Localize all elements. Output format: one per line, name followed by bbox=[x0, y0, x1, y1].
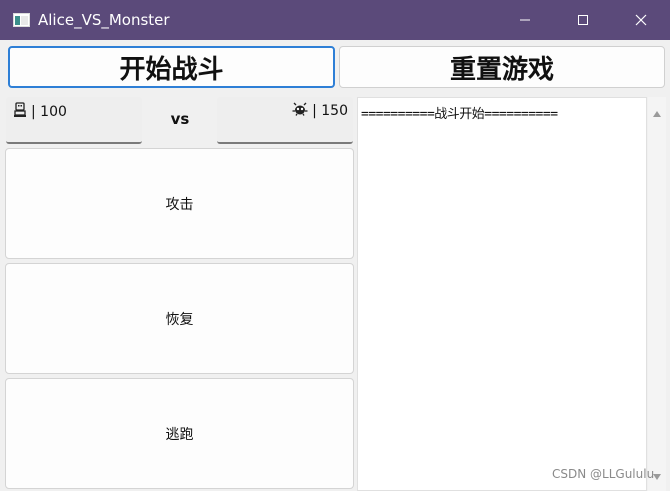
monster-hp-value: | 150 bbox=[312, 103, 348, 119]
minimize-icon bbox=[519, 11, 531, 30]
vs-label: vs bbox=[170, 110, 190, 128]
app-window: Alice_VS_Monster 开始战斗 重置游戏 | 100 vs | 15… bbox=[0, 0, 670, 491]
battle-log[interactable]: ==========战斗开始========== bbox=[357, 97, 647, 491]
flee-button[interactable]: 逃跑 bbox=[5, 378, 354, 489]
title-bar[interactable]: Alice_VS_Monster bbox=[0, 0, 670, 40]
player-hp-value: | 100 bbox=[31, 104, 67, 120]
reset-game-button[interactable]: 重置游戏 bbox=[339, 46, 665, 88]
log-scrollbar[interactable] bbox=[648, 97, 666, 491]
maximize-button[interactable] bbox=[554, 0, 612, 40]
attack-button[interactable]: 攻击 bbox=[5, 148, 354, 259]
start-battle-button[interactable]: 开始战斗 bbox=[8, 46, 335, 88]
log-line: ==========战斗开始========== bbox=[361, 107, 558, 122]
player-hp-panel: | 100 bbox=[6, 97, 142, 144]
window-title: Alice_VS_Monster bbox=[38, 11, 170, 29]
app-window-icon bbox=[13, 12, 30, 27]
monster-bug-icon bbox=[292, 102, 308, 120]
minimize-button[interactable] bbox=[496, 0, 554, 40]
player-figure-icon bbox=[13, 102, 27, 122]
scroll-up-arrow-icon[interactable] bbox=[652, 103, 662, 122]
maximize-icon bbox=[577, 11, 589, 30]
monster-hp-panel: | 150 bbox=[217, 97, 353, 144]
close-button[interactable] bbox=[612, 0, 670, 40]
watermark: CSDN @LLGululu bbox=[552, 467, 655, 481]
close-icon bbox=[635, 11, 647, 30]
heal-button[interactable]: 恢复 bbox=[5, 263, 354, 374]
